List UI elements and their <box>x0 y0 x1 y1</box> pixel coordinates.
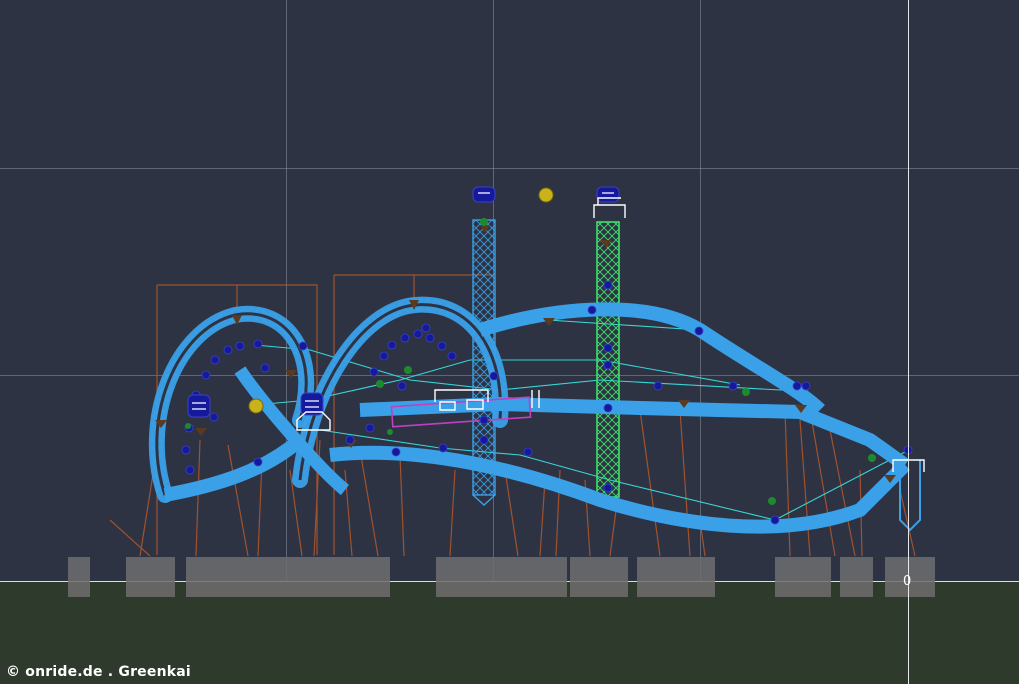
coaster-layout-canvas[interactable] <box>0 0 1019 684</box>
track-main-runs <box>163 302 921 534</box>
editor-viewport[interactable]: 0 © onride.de . Greenkai <box>0 0 1019 684</box>
watermark-credit: © onride.de . Greenkai <box>6 664 191 680</box>
support-markers <box>155 225 896 483</box>
origin-marker: 0 <box>903 574 912 589</box>
control-points-green <box>185 218 876 505</box>
